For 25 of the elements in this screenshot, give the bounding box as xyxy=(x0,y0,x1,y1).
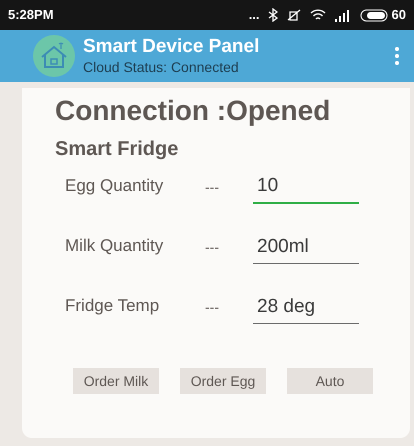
action-button[interactable]: Auto xyxy=(287,368,373,394)
separator: --- xyxy=(205,178,220,197)
field-label: Egg Quantity xyxy=(65,174,164,196)
action-button[interactable]: Order Egg xyxy=(180,368,266,394)
app-title: Smart Device Panel xyxy=(83,35,260,60)
wifi-icon xyxy=(310,8,326,22)
separator: --- xyxy=(205,238,220,257)
vibrate-icon xyxy=(286,8,302,22)
connection-status: Connection :Opened xyxy=(55,94,332,128)
input-field[interactable]: 28 deg xyxy=(253,290,359,324)
action-button[interactable]: Order Milk xyxy=(73,368,159,394)
separator: --- xyxy=(205,298,220,317)
app-subtitle: Cloud Status: Connected xyxy=(83,59,240,77)
field-label: Fridge Temp xyxy=(65,294,160,316)
input-field[interactable]: 10 xyxy=(253,170,359,204)
signal-icon xyxy=(334,8,352,22)
battery-icon xyxy=(360,8,388,22)
battery-percent: 60 xyxy=(392,6,406,24)
house-icon xyxy=(33,35,75,77)
status-time: 5:28PM xyxy=(8,6,54,24)
bluetooth-icon xyxy=(268,8,278,22)
device-name: Smart Fridge xyxy=(55,137,180,162)
input-field[interactable]: 200ml xyxy=(253,230,359,264)
status-more: ... xyxy=(248,6,260,24)
field-label: Milk Quantity xyxy=(65,234,164,256)
